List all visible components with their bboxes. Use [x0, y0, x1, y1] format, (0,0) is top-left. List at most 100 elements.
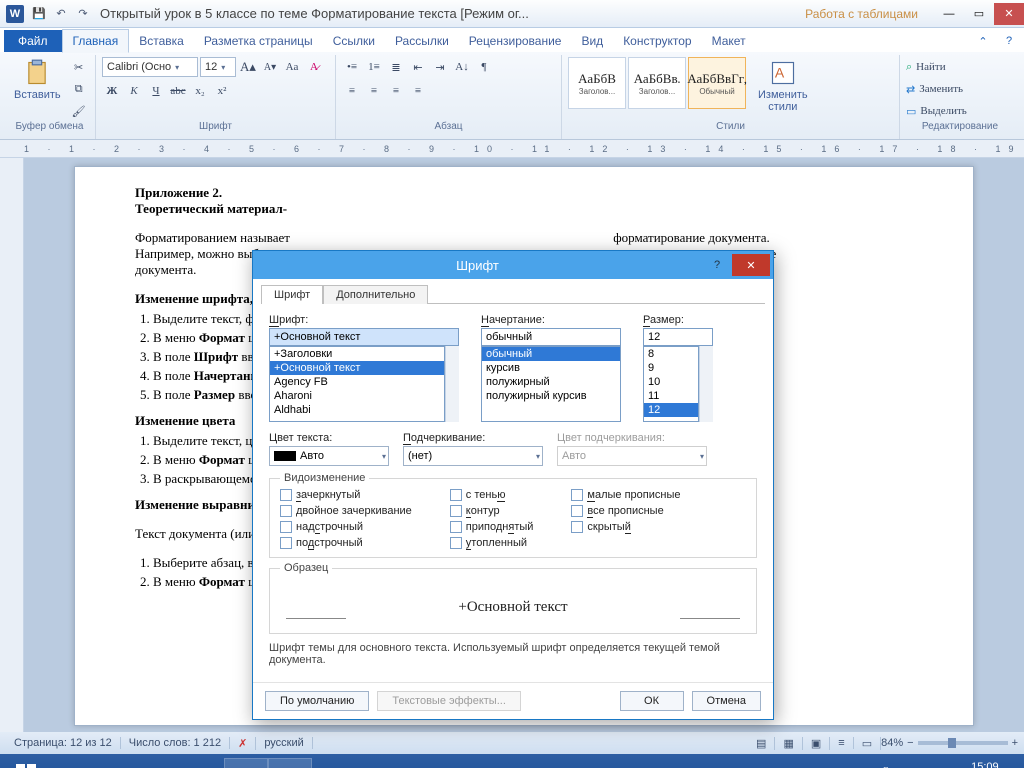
style-input[interactable]: [481, 328, 621, 346]
tab-home[interactable]: Главная: [62, 29, 130, 53]
align-left-icon[interactable]: ≡: [342, 81, 362, 101]
status-words[interactable]: Число слов: 1 212: [121, 737, 230, 749]
qa-save-icon[interactable]: 💾: [28, 3, 50, 25]
taskbar-word-icon[interactable]: W: [268, 758, 312, 768]
cb-allcaps[interactable]: все прописные: [571, 505, 680, 517]
tray-icon[interactable]: ⛨: [836, 758, 856, 768]
maximize-button[interactable]: ▭: [964, 3, 994, 25]
cb-outline[interactable]: контур: [450, 505, 534, 517]
tab-mailings[interactable]: Рассылки: [385, 30, 459, 52]
view-web-icon[interactable]: ▣: [803, 737, 830, 750]
tray-icon[interactable]: ▾: [856, 758, 876, 768]
list-item[interactable]: +Заголовки: [270, 347, 444, 361]
zoom-control[interactable]: 84% − +: [881, 737, 1018, 749]
tray-network-icon[interactable]: 🖧: [876, 758, 896, 768]
style-listbox[interactable]: обычный курсив полужирный полужирный кур…: [481, 346, 621, 422]
file-tab[interactable]: Файл: [4, 30, 62, 52]
list-item[interactable]: обычный: [482, 347, 620, 361]
start-button[interactable]: [4, 758, 48, 768]
list-item[interactable]: Aldhabi: [270, 403, 444, 417]
subscript-icon[interactable]: x₂: [190, 81, 210, 101]
dialog-tab-font[interactable]: Шрифт: [261, 285, 323, 304]
cb-hidden[interactable]: скрытый: [571, 521, 680, 533]
font-listbox[interactable]: +Заголовки +Основной текст Agency FB Aha…: [269, 346, 445, 422]
tab-design[interactable]: Конструктор: [613, 30, 701, 52]
underline-select[interactable]: (нет)▾: [403, 446, 543, 466]
dialog-close-button[interactable]: ✕: [732, 254, 770, 276]
sort-icon[interactable]: A↓: [452, 57, 472, 77]
copy-icon[interactable]: ⧉: [69, 79, 89, 99]
italic-icon[interactable]: К: [124, 81, 144, 101]
list-item[interactable]: 8: [644, 347, 698, 361]
size-listbox[interactable]: 8 9 10 11 12: [643, 346, 699, 422]
close-button[interactable]: ✕: [994, 3, 1024, 25]
default-button[interactable]: По умолчанию: [265, 691, 369, 711]
size-input[interactable]: [643, 328, 713, 346]
tab-table-layout[interactable]: Макет: [702, 30, 756, 52]
font-input[interactable]: [269, 328, 459, 346]
minimize-ribbon-icon[interactable]: ⌃: [972, 30, 994, 52]
font-color-select[interactable]: Авто▾: [269, 446, 389, 466]
find-button[interactable]: ⌕Найти: [906, 57, 946, 77]
tray-onenote-icon[interactable]: N: [794, 758, 816, 768]
list-item[interactable]: 11: [644, 389, 698, 403]
dialog-help-icon[interactable]: ?: [702, 259, 732, 271]
show-marks-icon[interactable]: ¶: [474, 57, 494, 77]
style-gallery[interactable]: АаБбВЗаголов... АаБбВв.Заголов... АаБбВв…: [568, 57, 746, 109]
list-item[interactable]: курсив: [482, 361, 620, 375]
grow-font-icon[interactable]: A▴: [238, 57, 258, 77]
style-heading1[interactable]: АаБбВЗаголов...: [568, 57, 626, 109]
taskbar-folder-icon[interactable]: 🗀: [180, 758, 224, 768]
zoom-slider[interactable]: [918, 741, 1008, 745]
cb-emboss[interactable]: приподнятый: [450, 521, 534, 533]
dialog-tab-advanced[interactable]: Дополнительно: [323, 285, 428, 304]
taskbar-winrar-icon[interactable]: ▥: [312, 758, 356, 768]
tray-volume-icon[interactable]: 🔊: [896, 758, 916, 768]
tray-icon[interactable]: ⚑: [816, 758, 836, 768]
vertical-ruler[interactable]: [0, 158, 24, 732]
list-item[interactable]: Aharoni: [270, 389, 444, 403]
horizontal-ruler[interactable]: 1 · 1 · 2 · 3 · 4 · 5 · 6 · 7 · 8 · 9 · …: [0, 140, 1024, 158]
align-right-icon[interactable]: ≡: [386, 81, 406, 101]
tab-view[interactable]: Вид: [571, 30, 613, 52]
tab-layout[interactable]: Разметка страницы: [194, 30, 323, 52]
view-draft-icon[interactable]: ▭: [854, 737, 881, 750]
list-item[interactable]: Agency FB: [270, 375, 444, 389]
change-styles-button[interactable]: A Изменить стили: [754, 57, 812, 115]
list-item[interactable]: 12: [644, 403, 698, 417]
zoom-out-icon[interactable]: −: [907, 737, 913, 749]
bullets-icon[interactable]: •≡: [342, 57, 362, 77]
tab-review[interactable]: Рецензирование: [459, 30, 572, 52]
underline-icon[interactable]: Ч: [146, 81, 166, 101]
format-painter-icon[interactable]: 🖌: [69, 101, 89, 121]
taskbar-skype-icon[interactable]: S: [224, 758, 268, 768]
taskbar-explorer-icon[interactable]: 🗀: [136, 758, 180, 768]
multilevel-icon[interactable]: ≣: [386, 57, 406, 77]
style-normal[interactable]: АаБбВвГг,Обычный: [688, 57, 746, 109]
minimize-button[interactable]: —: [934, 3, 964, 25]
bold-icon[interactable]: Ж: [102, 81, 122, 101]
list-item[interactable]: +Основной текст: [270, 361, 444, 375]
tray-lang[interactable]: РУС: [916, 758, 950, 768]
list-item[interactable]: 9: [644, 361, 698, 375]
shrink-font-icon[interactable]: A▾: [260, 57, 280, 77]
qa-undo-icon[interactable]: ↶: [50, 3, 72, 25]
cut-icon[interactable]: ✂: [69, 57, 89, 77]
cancel-button[interactable]: Отмена: [692, 691, 761, 711]
indent-inc-icon[interactable]: ⇥: [430, 57, 450, 77]
numbering-icon[interactable]: 1≡: [364, 57, 384, 77]
indent-dec-icon[interactable]: ⇤: [408, 57, 428, 77]
tab-insert[interactable]: Вставка: [129, 30, 194, 52]
change-case-icon[interactable]: Aa: [282, 57, 302, 77]
dialog-titlebar[interactable]: Шрифт ? ✕: [253, 251, 773, 279]
cb-double-strike[interactable]: двойное зачеркивание: [280, 505, 412, 517]
superscript-icon[interactable]: x²: [212, 81, 232, 101]
list-item[interactable]: полужирный: [482, 375, 620, 389]
status-page[interactable]: Страница: 12 из 12: [6, 737, 121, 749]
paste-button[interactable]: Вставить: [10, 57, 65, 103]
font-family-combo[interactable]: Calibri (Осно▾: [102, 57, 198, 77]
justify-icon[interactable]: ≡: [408, 81, 428, 101]
replace-button[interactable]: ⇄Заменить: [906, 79, 963, 99]
view-outline-icon[interactable]: ≡: [830, 737, 853, 749]
list-item[interactable]: 10: [644, 375, 698, 389]
